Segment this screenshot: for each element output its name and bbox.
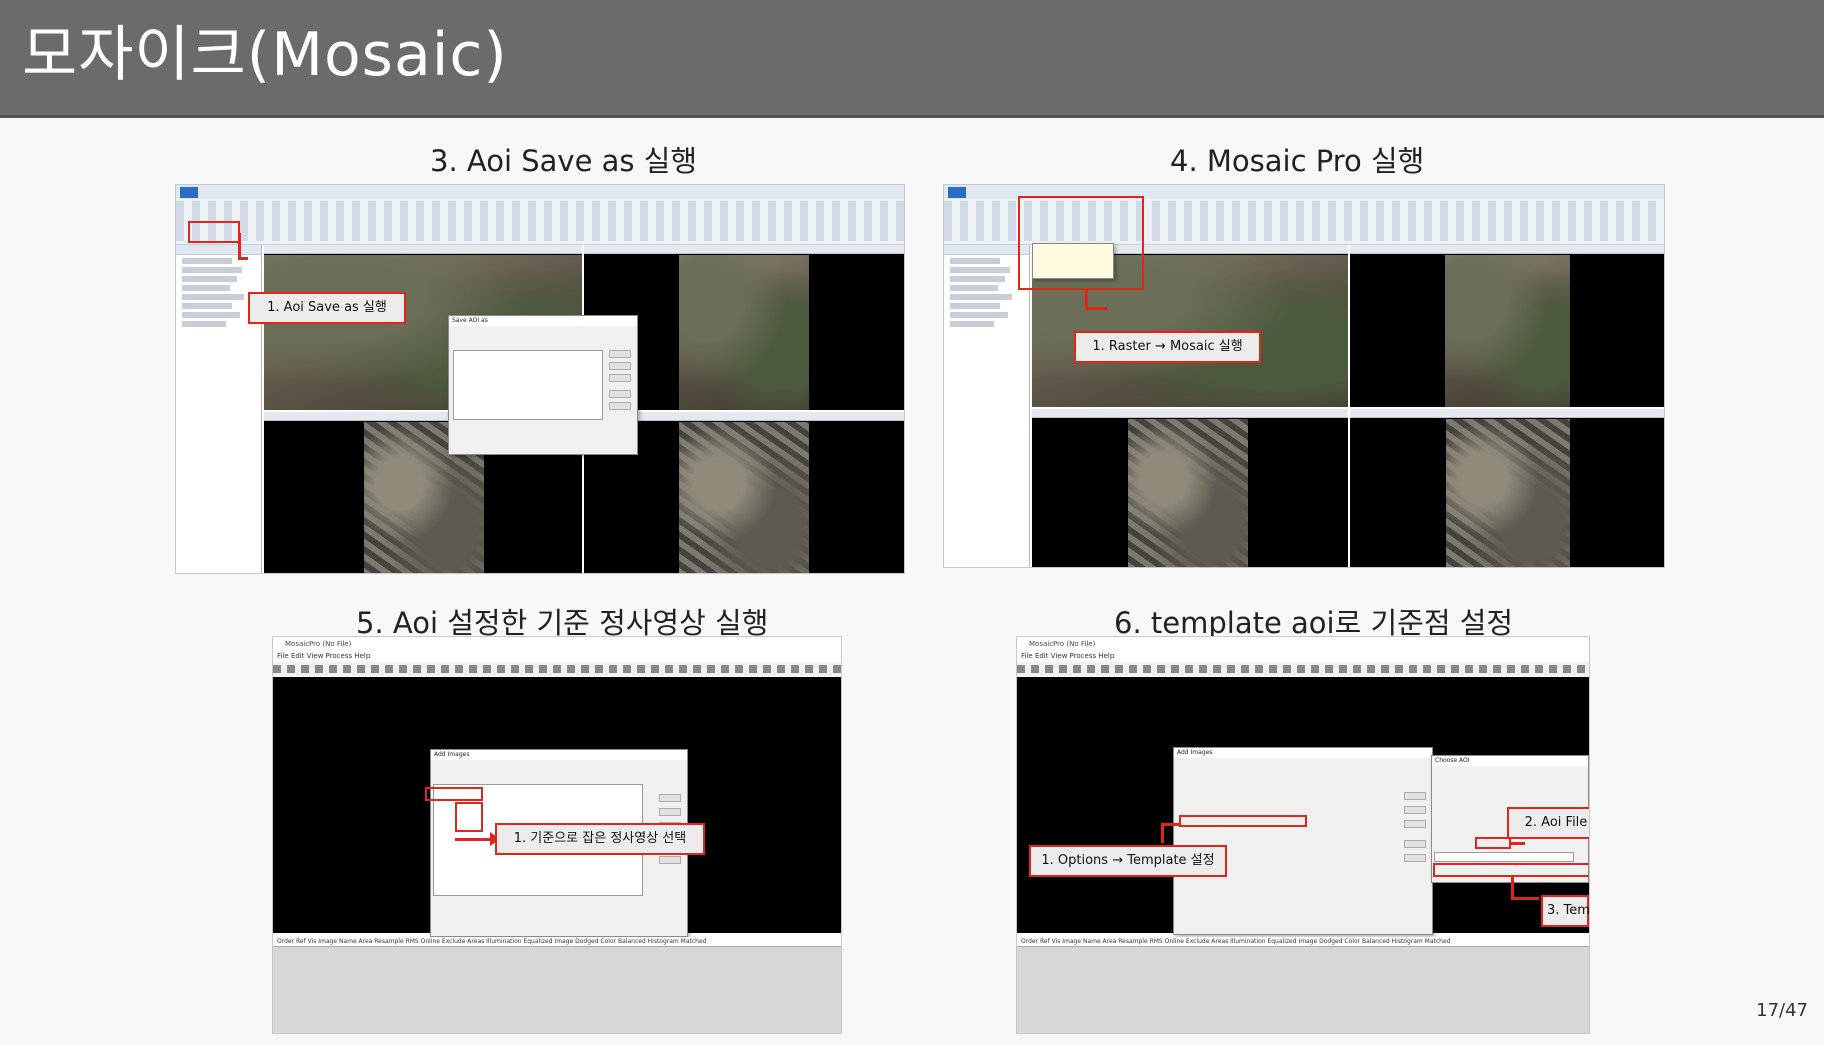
callout-options-template: 1. Options → Template 설정 (1029, 845, 1227, 877)
arrow-line (238, 257, 248, 260)
image-table: Order Ref Vis Image Name Area Resample R… (1017, 937, 1589, 1033)
arrow-line (1511, 842, 1525, 845)
arrow-line (238, 233, 241, 259)
highlight-aoi-file (1475, 837, 1511, 849)
slide: 모자이크(Mosaic) 3. Aoi Save as 실행 Save AOI … (0, 0, 1824, 1045)
slide-title: 모자이크(Mosaic) (22, 20, 508, 90)
viewer-3 (1032, 409, 1348, 567)
title-divider (0, 115, 1824, 118)
dialog-title: Save AOI as (449, 316, 637, 326)
screenshot-add-images: MosaicPro (No File) File Edit View Proce… (272, 636, 842, 1034)
arrow-line (1085, 289, 1088, 309)
toolbar (1017, 662, 1589, 676)
dialog-title: Add Images (1174, 748, 1432, 758)
menu-bar: File Edit View Process Help (273, 651, 841, 662)
viewer-4 (1350, 409, 1664, 567)
highlight-template-option (1179, 815, 1307, 827)
callout-aoi-file: 2. Aoi File 선택 (1507, 807, 1589, 839)
menu-bar: File Edit View Process Help (1017, 651, 1589, 662)
contents-panel (944, 245, 1030, 567)
table-header: Order Ref Vis Image Name Area Resample R… (1017, 937, 1589, 947)
mosaic-tooltip (1032, 243, 1114, 279)
arrow-line (1511, 877, 1514, 899)
caption-step-3: 3. Aoi Save as 실행 (430, 144, 698, 178)
caption-step-4: 4. Mosaic Pro 실행 (1170, 144, 1425, 178)
window-title: MosaicPro (No File) (273, 637, 841, 651)
highlight-aoi-path (1433, 863, 1589, 877)
highlight-aoi-layer (188, 221, 240, 243)
arrow-line (1511, 897, 1539, 900)
callout-select-reference: 1. 기준으로 잡은 정사영상 선택 (495, 823, 705, 855)
title-bar: 모자이크(Mosaic) (0, 0, 1824, 118)
screenshot-mosaic-pro: 1. Raster → Mosaic 실행 (943, 184, 1665, 568)
arrow-line (1085, 307, 1107, 310)
page-number: 17/47 (1756, 1000, 1808, 1021)
highlight-image-files (455, 802, 483, 832)
erdas-ribbon (176, 185, 904, 245)
screenshot-aoi-save-as: Save AOI as 1. Aoi Save as 실행 (175, 184, 905, 574)
dialog-title: Choose AOI (1432, 756, 1588, 766)
callout-aoi-save-as: 1. Aoi Save as 실행 (248, 292, 406, 324)
screenshot-template-aoi: MosaicPro (No File) File Edit View Proce… (1016, 636, 1590, 1034)
add-images-dialog: Add Images (1173, 747, 1433, 935)
image-table: Order Ref Vis Image Name Area Resample R… (273, 937, 841, 1033)
arrow-line (1161, 823, 1179, 826)
toolbar (273, 662, 841, 676)
viewer-2 (1350, 245, 1664, 407)
highlight-reference-image (425, 787, 483, 801)
arrow-line (455, 838, 493, 841)
save-aoi-dialog: Save AOI as (448, 315, 638, 455)
callout-raster-mosaic: 1. Raster → Mosaic 실행 (1074, 331, 1261, 363)
dialog-title: Add Images (431, 750, 687, 760)
arrow-line (1161, 823, 1164, 843)
window-title: MosaicPro (No File) (1017, 637, 1589, 651)
callout-template-set: 3. Template 지정 (1541, 895, 1589, 927)
table-header: Order Ref Vis Image Name Area Resample R… (273, 937, 841, 947)
